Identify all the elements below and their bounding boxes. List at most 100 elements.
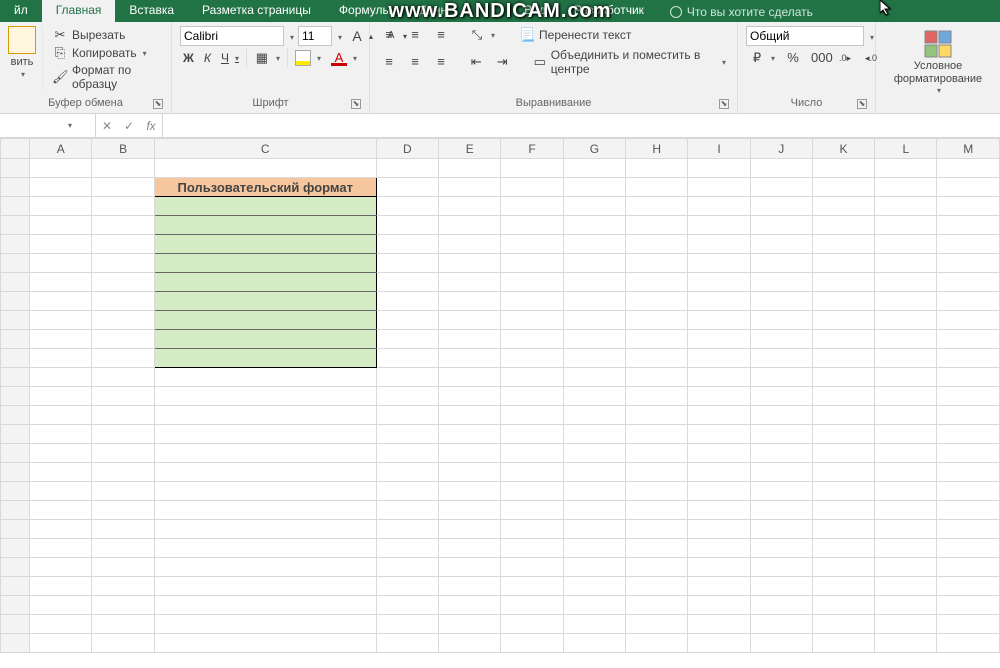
cell[interactable] — [92, 520, 154, 539]
cell[interactable] — [937, 387, 1000, 406]
cell[interactable] — [92, 444, 154, 463]
cell[interactable] — [439, 349, 501, 368]
cell[interactable] — [439, 425, 501, 444]
cell[interactable] — [812, 368, 874, 387]
cell[interactable] — [501, 387, 563, 406]
cell[interactable] — [688, 235, 750, 254]
cell[interactable] — [439, 292, 501, 311]
row-header[interactable] — [1, 482, 30, 501]
cell[interactable] — [92, 558, 154, 577]
cell[interactable] — [376, 292, 438, 311]
cell[interactable] — [563, 558, 625, 577]
cell[interactable] — [626, 501, 688, 520]
cell[interactable] — [875, 482, 937, 501]
cell[interactable] — [501, 330, 563, 349]
cell[interactable] — [750, 349, 812, 368]
cell[interactable] — [376, 520, 438, 539]
cell[interactable] — [812, 558, 874, 577]
cell[interactable] — [750, 539, 812, 558]
row-header[interactable] — [1, 159, 30, 178]
cell[interactable] — [30, 577, 92, 596]
cell[interactable] — [92, 387, 154, 406]
cell[interactable] — [750, 444, 812, 463]
cell[interactable] — [750, 634, 812, 653]
cell[interactable] — [750, 482, 812, 501]
cell[interactable] — [750, 311, 812, 330]
cell[interactable] — [501, 501, 563, 520]
cell[interactable] — [750, 292, 812, 311]
paste-button[interactable]: вить — [8, 26, 43, 92]
cell[interactable] — [688, 425, 750, 444]
align-bottom-button[interactable]: ≡ — [430, 26, 452, 44]
cell[interactable] — [626, 539, 688, 558]
row-header[interactable] — [1, 501, 30, 520]
cell[interactable] — [688, 482, 750, 501]
cell[interactable] — [92, 159, 154, 178]
cell[interactable] — [154, 444, 376, 463]
cell[interactable] — [563, 615, 625, 634]
cell[interactable] — [750, 368, 812, 387]
cell[interactable] — [501, 349, 563, 368]
cell[interactable] — [626, 520, 688, 539]
row-header[interactable] — [1, 292, 30, 311]
cell[interactable] — [626, 197, 688, 216]
cell[interactable] — [750, 197, 812, 216]
cell[interactable] — [92, 311, 154, 330]
cell[interactable] — [30, 235, 92, 254]
cell[interactable] — [439, 216, 501, 235]
cell-C2-header[interactable]: Пользовательский формат — [154, 178, 376, 197]
cell[interactable] — [875, 463, 937, 482]
row-header[interactable] — [1, 596, 30, 615]
cell[interactable] — [688, 216, 750, 235]
cell[interactable] — [937, 368, 1000, 387]
cell[interactable] — [626, 216, 688, 235]
cell[interactable] — [688, 444, 750, 463]
cell[interactable] — [376, 501, 438, 520]
cell[interactable] — [563, 577, 625, 596]
col-header-G[interactable]: G — [563, 139, 625, 159]
cell[interactable] — [626, 349, 688, 368]
cell[interactable] — [376, 197, 438, 216]
cell[interactable] — [750, 387, 812, 406]
cell[interactable] — [626, 615, 688, 634]
cell[interactable] — [376, 482, 438, 501]
cell[interactable] — [439, 558, 501, 577]
cell[interactable] — [501, 463, 563, 482]
row-header[interactable] — [1, 539, 30, 558]
cell[interactable] — [750, 216, 812, 235]
cell[interactable] — [154, 273, 376, 292]
cell[interactable] — [750, 596, 812, 615]
cell[interactable] — [501, 539, 563, 558]
cell[interactable] — [563, 425, 625, 444]
tab-developer[interactable]: Разработчик — [560, 0, 658, 22]
cell[interactable] — [501, 577, 563, 596]
cell[interactable] — [626, 444, 688, 463]
cell[interactable] — [626, 254, 688, 273]
col-header-C[interactable]: C — [154, 139, 376, 159]
cell[interactable] — [439, 501, 501, 520]
cell[interactable] — [937, 634, 1000, 653]
cell[interactable] — [439, 596, 501, 615]
cell[interactable] — [563, 216, 625, 235]
cell[interactable] — [875, 539, 937, 558]
tab-home[interactable]: Главная — [42, 0, 116, 22]
cell[interactable] — [750, 577, 812, 596]
cell[interactable] — [626, 330, 688, 349]
cell[interactable] — [92, 501, 154, 520]
cell[interactable] — [30, 330, 92, 349]
insert-function-button[interactable]: fx — [140, 118, 162, 134]
tab-page-layout[interactable]: Разметка страницы — [188, 0, 325, 22]
select-all-button[interactable] — [1, 139, 30, 159]
col-header-L[interactable]: L — [875, 139, 937, 159]
cell[interactable] — [563, 254, 625, 273]
name-box-dropdown-icon[interactable]: ▾ — [68, 121, 72, 130]
cell[interactable] — [30, 349, 92, 368]
cell[interactable] — [376, 159, 438, 178]
cell[interactable] — [875, 634, 937, 653]
cell[interactable] — [154, 425, 376, 444]
cell[interactable] — [92, 463, 154, 482]
underline-button[interactable]: Ч — [218, 50, 242, 66]
cell[interactable] — [439, 482, 501, 501]
cell[interactable] — [92, 368, 154, 387]
cell[interactable] — [563, 159, 625, 178]
